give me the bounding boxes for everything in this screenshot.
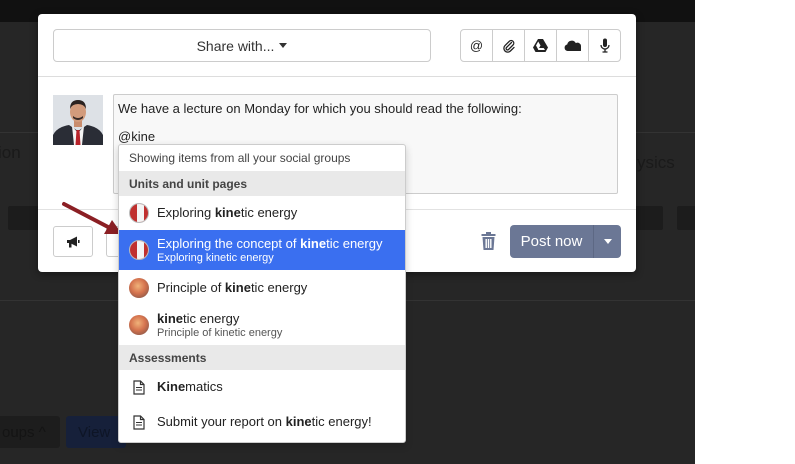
suggestion-match: kine [285, 414, 312, 429]
paperclip-icon [502, 39, 515, 53]
suggestion-text: Submit your report on [157, 414, 286, 429]
post-options-dropdown[interactable] [593, 225, 621, 258]
dropdown-info-text: Showing items from all your social group… [129, 151, 351, 165]
suggestion-text: tic energy [250, 279, 308, 295]
suggestion-text: tic energy [183, 310, 240, 326]
backdrop-bar [8, 206, 40, 230]
backdrop-heading-left: ion [0, 143, 21, 162]
suggestion-text: Principle of [157, 279, 225, 295]
suggestion-text: tic energy [326, 235, 383, 251]
caret-down-icon [279, 43, 288, 48]
attachment-toolbar: @ [460, 29, 621, 62]
suggestion-text: Exploring [157, 205, 215, 220]
google-drive-button[interactable] [525, 30, 557, 61]
suggestion-item[interactable]: Submit your report on kinetic energy! [119, 404, 405, 440]
attach-file-button[interactable] [493, 30, 525, 61]
caret-down-icon [603, 239, 612, 244]
suggestion-subtitle: Principle of kinetic energy [157, 326, 283, 339]
suggestion-text: matics [185, 379, 223, 394]
post-button-group: Post now [510, 225, 621, 258]
suggestion-match: kine [300, 235, 327, 251]
voice-record-button[interactable] [589, 30, 620, 61]
share-with-label: Share with... [196, 37, 275, 54]
backdrop-view-label: View [78, 424, 111, 441]
section-header-units: Units and unit pages [119, 171, 405, 196]
suggestion-text: tic energy! [311, 414, 372, 429]
suggestion-match: kine [214, 205, 241, 220]
document-icon [133, 379, 145, 395]
google-drive-icon [533, 39, 548, 52]
onedrive-icon [564, 40, 581, 51]
backdrop-heading-right: ysics [637, 153, 675, 172]
page-icon [129, 315, 149, 335]
suggestion-item[interactable]: Principle of kinetic energy [119, 270, 405, 305]
suggestion-subtitle: Exploring kinetic energy [157, 251, 274, 264]
suggestion-match: kine [157, 310, 184, 326]
backdrop-view-button: View [66, 416, 126, 448]
header-divider [38, 76, 636, 77]
section-header-assessments: Assessments [119, 345, 405, 370]
backdrop-groups-button: oups ^ [0, 416, 60, 448]
delete-draft-button[interactable] [479, 230, 497, 252]
user-avatar [53, 95, 103, 145]
document-icon [133, 414, 145, 430]
suggestion-match: Kine [157, 379, 186, 394]
suggestion-text: Exploring the concept of [157, 235, 301, 251]
unit-icon [129, 240, 149, 260]
onedrive-button[interactable] [557, 30, 589, 61]
post-now-button[interactable]: Post now [510, 225, 593, 258]
trash-icon [481, 232, 495, 250]
suggestion-item-selected[interactable]: Exploring the concept of kinetic energy … [119, 230, 405, 270]
page-icon [129, 277, 149, 298]
backdrop-groups-label: oups [2, 424, 35, 441]
post-text-line: We have a lecture on Monday for which yo… [118, 101, 522, 116]
unit-icon [129, 203, 149, 223]
suggestion-text: tic energy [240, 205, 298, 220]
mention-button[interactable]: @ [461, 30, 493, 61]
suggestion-item[interactable]: kinetic energy Principle of kinetic ener… [119, 305, 405, 345]
suggestion-item[interactable]: Kinematics [119, 370, 405, 404]
backdrop-bar [677, 206, 695, 230]
at-icon: @ [469, 38, 484, 53]
microphone-icon [599, 38, 610, 53]
mention-suggestions-dropdown: Showing items from all your social group… [118, 144, 406, 443]
suggestion-match: kine [224, 279, 251, 295]
suggestion-item[interactable]: Exploring kinetic energy [119, 196, 405, 230]
share-with-button[interactable]: Share with... [53, 29, 431, 62]
